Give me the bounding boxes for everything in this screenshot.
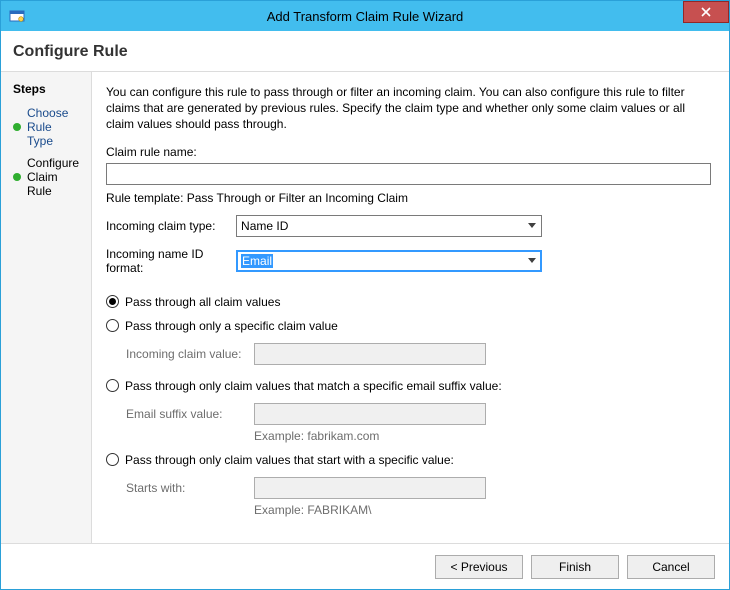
chevron-down-icon: [523, 216, 541, 236]
window-title: Add Transform Claim Rule Wizard: [1, 9, 729, 24]
radio-icon: [106, 379, 119, 392]
cancel-button[interactable]: Cancel: [627, 555, 715, 579]
option-starts-with[interactable]: Pass through only claim values that star…: [106, 453, 711, 467]
finish-button[interactable]: Finish: [531, 555, 619, 579]
chevron-down-icon: [523, 251, 541, 271]
option-label: Pass through only claim values that star…: [125, 453, 454, 467]
starts-with-example: Example: FABRIKAM\: [254, 503, 711, 517]
option-label: Pass through only claim values that matc…: [125, 379, 502, 393]
titlebar: Add Transform Claim Rule Wizard: [1, 1, 729, 31]
previous-button[interactable]: < Previous: [435, 555, 523, 579]
step-configure-claim-rule[interactable]: Configure Claim Rule: [1, 152, 91, 202]
pass-through-options: Pass through all claim values Pass throu…: [106, 289, 711, 527]
email-suffix-example: Example: fabrikam.com: [254, 429, 711, 443]
step-label: Choose Rule Type: [27, 106, 79, 148]
rule-template-text: Rule template: Pass Through or Filter an…: [106, 191, 711, 205]
page-heading: Configure Rule: [1, 31, 729, 71]
email-suffix-value-input: [254, 403, 486, 425]
incoming-name-id-format-label: Incoming name ID format:: [106, 247, 236, 275]
option-label: Pass through only a specific claim value: [125, 319, 338, 333]
close-button[interactable]: [683, 1, 729, 23]
radio-icon: [106, 319, 119, 332]
option-label: Pass through all claim values: [125, 295, 280, 309]
wizard-body: Steps Choose Rule Type Configure Claim R…: [1, 71, 729, 543]
starts-with-label: Starts with:: [126, 481, 254, 495]
email-suffix-value-label: Email suffix value:: [126, 407, 254, 421]
step-choose-rule-type[interactable]: Choose Rule Type: [1, 102, 91, 152]
wizard-window: Add Transform Claim Rule Wizard Configur…: [0, 0, 730, 590]
app-icon: [9, 8, 25, 24]
starts-with-input: [254, 477, 486, 499]
steps-sidebar: Steps Choose Rule Type Configure Claim R…: [1, 72, 92, 543]
incoming-claim-value-input: [254, 343, 486, 365]
step-bullet-icon: [13, 173, 21, 181]
step-label: Configure Claim Rule: [27, 156, 79, 198]
content-pane: You can configure this rule to pass thro…: [92, 72, 729, 543]
incoming-name-id-format-select[interactable]: Email: [236, 250, 542, 272]
incoming-claim-type-select[interactable]: Name ID: [236, 215, 542, 237]
button-bar: < Previous Finish Cancel: [1, 543, 729, 589]
step-bullet-icon: [13, 123, 21, 131]
incoming-name-id-format-value: Email: [241, 254, 273, 268]
rule-name-label: Claim rule name:: [106, 145, 711, 159]
incoming-claim-type-label: Incoming claim type:: [106, 219, 236, 233]
radio-icon: [106, 453, 119, 466]
steps-heading: Steps: [1, 78, 91, 102]
incoming-claim-value-label: Incoming claim value:: [126, 347, 254, 361]
rule-name-input[interactable]: [106, 163, 711, 185]
option-specific-value[interactable]: Pass through only a specific claim value: [106, 319, 711, 333]
option-email-suffix[interactable]: Pass through only claim values that matc…: [106, 379, 711, 393]
incoming-claim-type-value: Name ID: [241, 219, 288, 233]
radio-icon: [106, 295, 119, 308]
description-text: You can configure this rule to pass thro…: [106, 84, 711, 133]
option-all-values[interactable]: Pass through all claim values: [106, 295, 711, 309]
